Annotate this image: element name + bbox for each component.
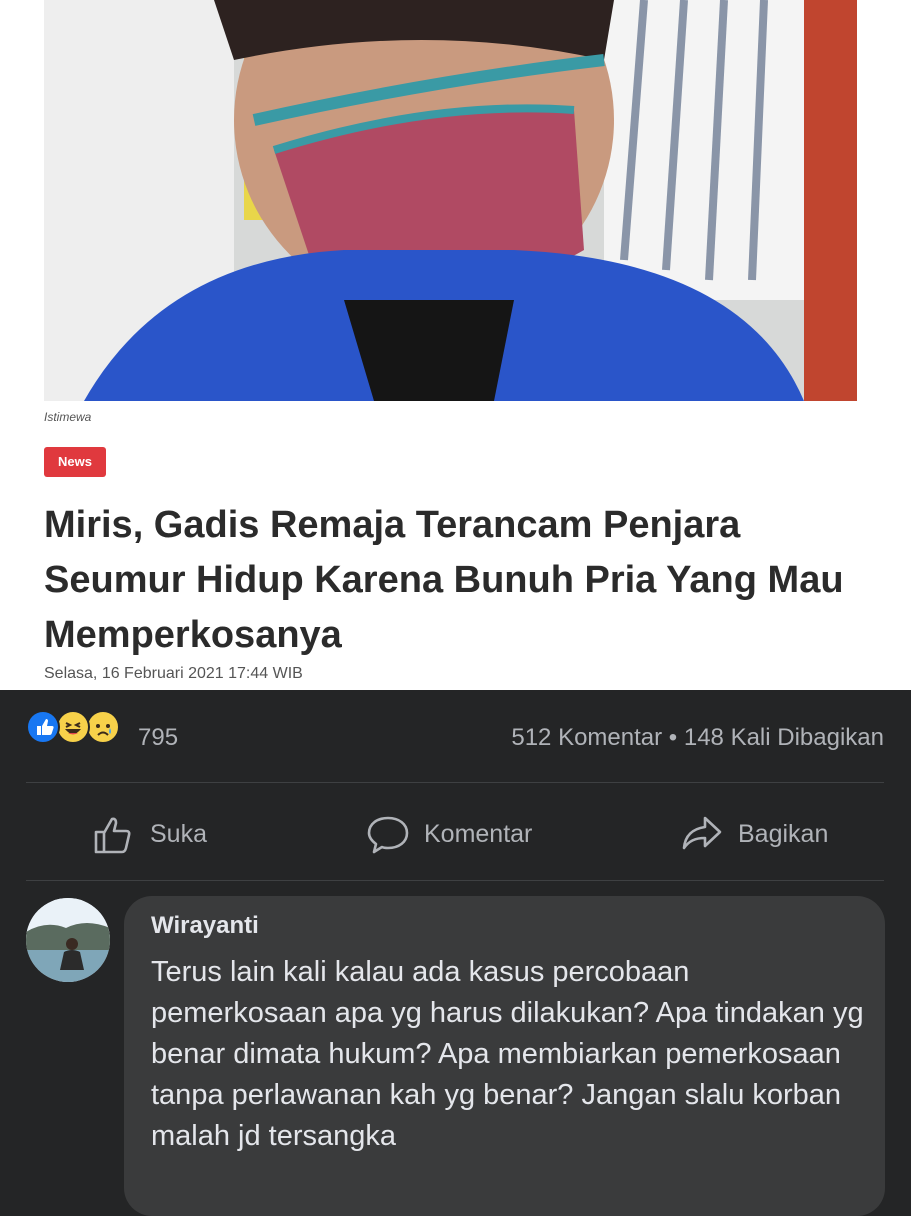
post-actions: Suka Komentar Bagikan	[0, 784, 911, 880]
share-button[interactable]: Bagikan	[680, 812, 828, 856]
share-arrow-icon	[682, 816, 722, 850]
comment-button[interactable]: Komentar	[366, 812, 532, 856]
article-date: Selasa, 16 Februari 2021 17:44 WIB	[44, 665, 303, 682]
comments-shares-count[interactable]: 512 Komentar • 148 Kali Dibagikan	[511, 724, 884, 752]
category-badge[interactable]: News	[44, 447, 106, 477]
divider	[26, 782, 884, 783]
commenter-avatar[interactable]	[26, 898, 110, 982]
reaction-icons[interactable]	[26, 710, 136, 746]
like-button[interactable]: Suka	[92, 812, 207, 856]
reaction-count[interactable]: 795	[138, 724, 178, 752]
comment-author[interactable]: Wirayanti	[151, 912, 259, 940]
like-icon	[26, 710, 60, 744]
reactions-summary[interactable]: 795 512 Komentar • 148 Kali Dibagikan	[0, 690, 911, 782]
comment-text: Terus lain kali kalau ada kasus percobaa…	[151, 956, 864, 1152]
sad-icon	[86, 710, 120, 744]
share-label: Bagikan	[738, 819, 829, 848]
divider	[26, 880, 884, 881]
thumbs-up-icon	[94, 817, 131, 854]
comment-label: Komentar	[424, 819, 533, 848]
comment-bubble-icon	[367, 816, 409, 854]
shared-article-card[interactable]: Istimewa News Miris, Gadis Remaja Teranc…	[0, 0, 911, 690]
photo-caption: Istimewa	[44, 410, 92, 424]
article-photo[interactable]	[44, 0, 857, 401]
comment-bubble[interactable]: Wirayanti Terus lain kali kalau ada kasu…	[124, 896, 885, 1216]
article-headline[interactable]: Miris, Gadis Remaja Terancam Penjara Seu…	[44, 498, 864, 663]
like-label: Suka	[150, 819, 207, 848]
haha-icon	[56, 710, 90, 744]
